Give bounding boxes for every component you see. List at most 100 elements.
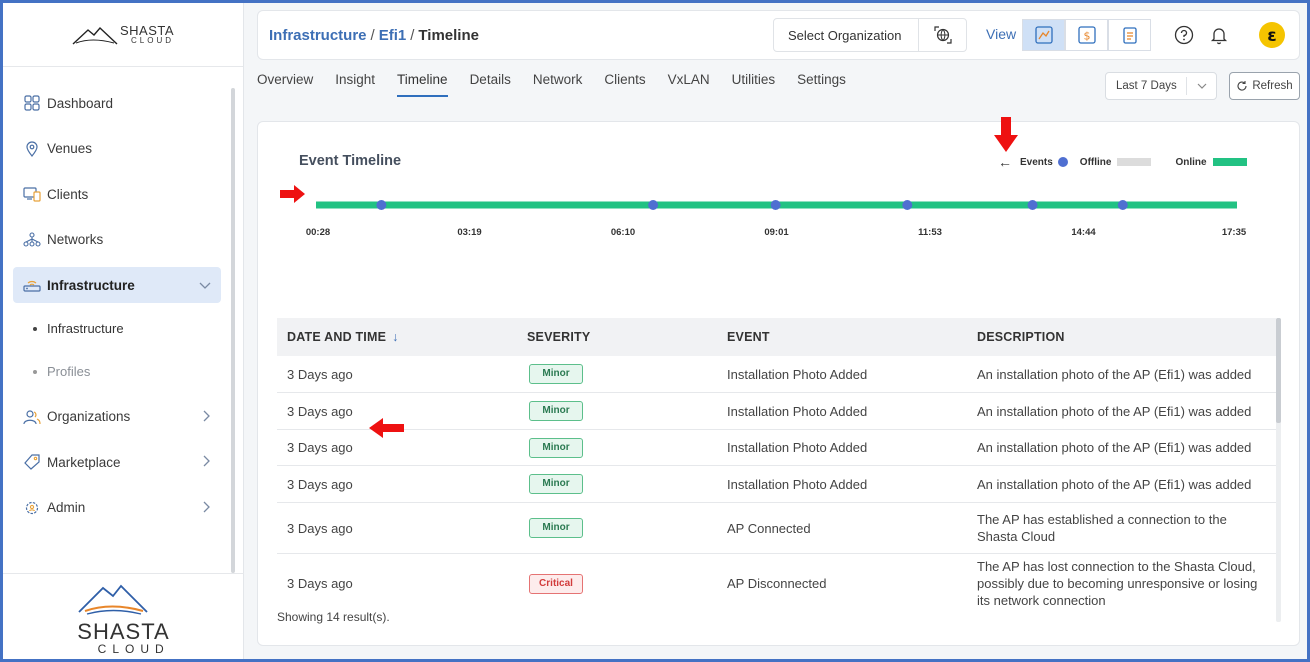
- breadcrumb-current: Timeline: [418, 26, 479, 44]
- tab-details[interactable]: Details: [470, 72, 511, 97]
- sidebar-item-label: Admin: [47, 500, 86, 515]
- sidebar-item-dashboard[interactable]: Dashboard: [13, 85, 221, 121]
- chevron-down-icon: [199, 277, 211, 293]
- event-marker[interactable]: [1117, 200, 1128, 210]
- logo-top[interactable]: SHASTA CLOUD: [3, 3, 243, 67]
- sidebar-item-organizations[interactable]: Organizations: [13, 399, 221, 435]
- tab-clients[interactable]: Clients: [604, 72, 645, 97]
- network-view-icon: [1034, 26, 1053, 44]
- severity-badge: Minor: [529, 364, 583, 384]
- severity-badge: Minor: [529, 474, 583, 494]
- table-row[interactable]: 3 Days ago Minor Installation Photo Added A…: [277, 466, 1276, 503]
- grid-icon: [23, 94, 41, 112]
- timeline-tick-label: 03:19: [457, 227, 482, 238]
- timeline-tick-label: 09:01: [764, 227, 789, 238]
- admin-gear-icon: [23, 499, 41, 517]
- refresh-label: Refresh: [1252, 80, 1293, 92]
- bell-icon[interactable]: [1207, 23, 1231, 47]
- tab-overview[interactable]: Overview: [257, 72, 313, 97]
- globe-swap-icon: [933, 26, 952, 44]
- brand-word-2: CLOUD: [97, 642, 170, 656]
- column-date-header[interactable]: DATE AND TIME ↓: [277, 330, 527, 344]
- table-scrollbar-thumb[interactable]: [1276, 318, 1281, 423]
- users-icon: [23, 408, 41, 426]
- cell-event: Installation Photo Added: [727, 403, 868, 419]
- date-range-select[interactable]: Last 7 Days: [1105, 72, 1217, 100]
- table-row[interactable]: 3 Days ago Critical AP Disconnected The AP …: [277, 554, 1276, 610]
- cell-event: AP Connected: [727, 520, 811, 536]
- sidebar-item-label: Marketplace: [47, 454, 121, 470]
- cell-date: 3 Days ago: [287, 576, 353, 591]
- cell-description: An installation photo of the AP (Efi1) w…: [977, 403, 1252, 419]
- event-marker[interactable]: [648, 200, 659, 210]
- events-table: DATE AND TIME ↓ SEVERITY EVENT DESCRIPTIO…: [277, 318, 1276, 610]
- organization-select[interactable]: Select Organization: [773, 18, 967, 52]
- view-report-button[interactable]: [1108, 19, 1151, 51]
- cell-date: 3 Days ago: [287, 366, 353, 382]
- chevron-right-icon: [203, 500, 211, 516]
- severity-badge: Minor: [529, 518, 583, 538]
- help-icon[interactable]: [1172, 23, 1196, 47]
- cell-severity: Minor: [527, 518, 727, 538]
- cell-description: The AP has lost connection to the Shasta…: [977, 559, 1258, 608]
- sidebar-item-clients[interactable]: Clients: [13, 176, 221, 212]
- cell-severity: Critical: [527, 573, 727, 594]
- chevron-right-icon: [203, 409, 211, 425]
- timeline-card: Event Timeline ← Events Offline Online 0…: [257, 121, 1300, 646]
- tab-timeline[interactable]: Timeline: [397, 72, 448, 97]
- column-description-header: DESCRIPTION: [977, 329, 1065, 344]
- logo-bottom: SHASTA CLOUD: [3, 573, 244, 659]
- event-marker[interactable]: [376, 200, 387, 210]
- annotation-arrow-left-icon: [369, 418, 404, 438]
- sidebar-item-networks[interactable]: Networks: [13, 222, 221, 258]
- sidebar-item-admin[interactable]: Admin: [13, 490, 221, 526]
- sidebar-item-infrastructure[interactable]: Infrastructure: [13, 267, 221, 303]
- event-marker[interactable]: [902, 200, 913, 210]
- severity-badge: Minor: [529, 401, 583, 421]
- router-icon: [23, 276, 41, 294]
- sidebar-item-venues[interactable]: Venues: [13, 131, 221, 167]
- dollar-view-icon: $: [1077, 26, 1096, 44]
- cell-description: An installation photo of the AP (Efi1) w…: [977, 476, 1252, 492]
- timeline-tick-label: 17:35: [1221, 227, 1247, 238]
- tab-insight[interactable]: Insight: [335, 72, 375, 97]
- table-body: 3 Days ago Minor Installation Photo Added A…: [277, 356, 1276, 610]
- mountain-logo-icon: [78, 584, 148, 615]
- breadcrumb-device[interactable]: Efi1: [379, 27, 407, 44]
- sort-down-arrow-icon[interactable]: ↓: [392, 330, 398, 344]
- cell-date: 3 Days ago: [287, 520, 353, 536]
- sidebar-subitem-profiles[interactable]: Profiles: [33, 356, 231, 388]
- view-billing-button[interactable]: $: [1065, 19, 1108, 51]
- timeline-tick-label: 06:10: [610, 227, 636, 238]
- table-row[interactable]: 3 Days ago Minor Installation Photo Added A…: [277, 393, 1276, 430]
- column-date-label: DATE AND TIME: [287, 330, 387, 344]
- sidebar-subitem-infrastructure[interactable]: Infrastructure: [33, 313, 231, 345]
- clipboard-view-icon: [1122, 27, 1137, 44]
- cell-event: Installation Photo Added: [727, 476, 868, 492]
- event-marker[interactable]: [1027, 200, 1038, 210]
- refresh-button[interactable]: Refresh: [1229, 72, 1300, 100]
- table-row[interactable]: 3 Days ago Minor Installation Photo Added A…: [277, 430, 1276, 466]
- table-row[interactable]: 3 Days ago Minor Installation Photo Added A…: [277, 356, 1276, 393]
- breadcrumb-infrastructure[interactable]: Infrastructure: [269, 27, 367, 44]
- view-network-button[interactable]: [1022, 19, 1065, 51]
- severity-badge: Minor: [529, 437, 583, 458]
- brand-logo-large: SHASTA CLOUD: [77, 578, 169, 655]
- organization-globe-button[interactable]: [918, 19, 966, 51]
- tab-settings[interactable]: Settings: [797, 72, 846, 97]
- date-range-value: Last 7 Days: [1116, 80, 1177, 92]
- sidebar-scrollbar[interactable]: [231, 88, 235, 573]
- tab-vxlan[interactable]: VxLAN: [668, 72, 710, 97]
- brand-word-1: SHASTA: [77, 619, 170, 644]
- event-marker[interactable]: [770, 200, 781, 210]
- tab-utilities[interactable]: Utilities: [732, 72, 776, 97]
- cell-event: Installation Photo Added: [727, 366, 868, 382]
- sidebar-item-marketplace[interactable]: Marketplace: [13, 444, 221, 480]
- tab-network[interactable]: Network: [533, 72, 583, 97]
- severity-badge: Critical: [529, 573, 583, 594]
- table-row[interactable]: 3 Days ago Minor AP Connected The AP has es…: [277, 503, 1276, 554]
- avatar[interactable]: ɛ: [1258, 21, 1286, 49]
- table-scrollbar[interactable]: [1276, 318, 1281, 622]
- cell-severity: Minor: [527, 364, 727, 384]
- bullet-icon: [33, 369, 37, 374]
